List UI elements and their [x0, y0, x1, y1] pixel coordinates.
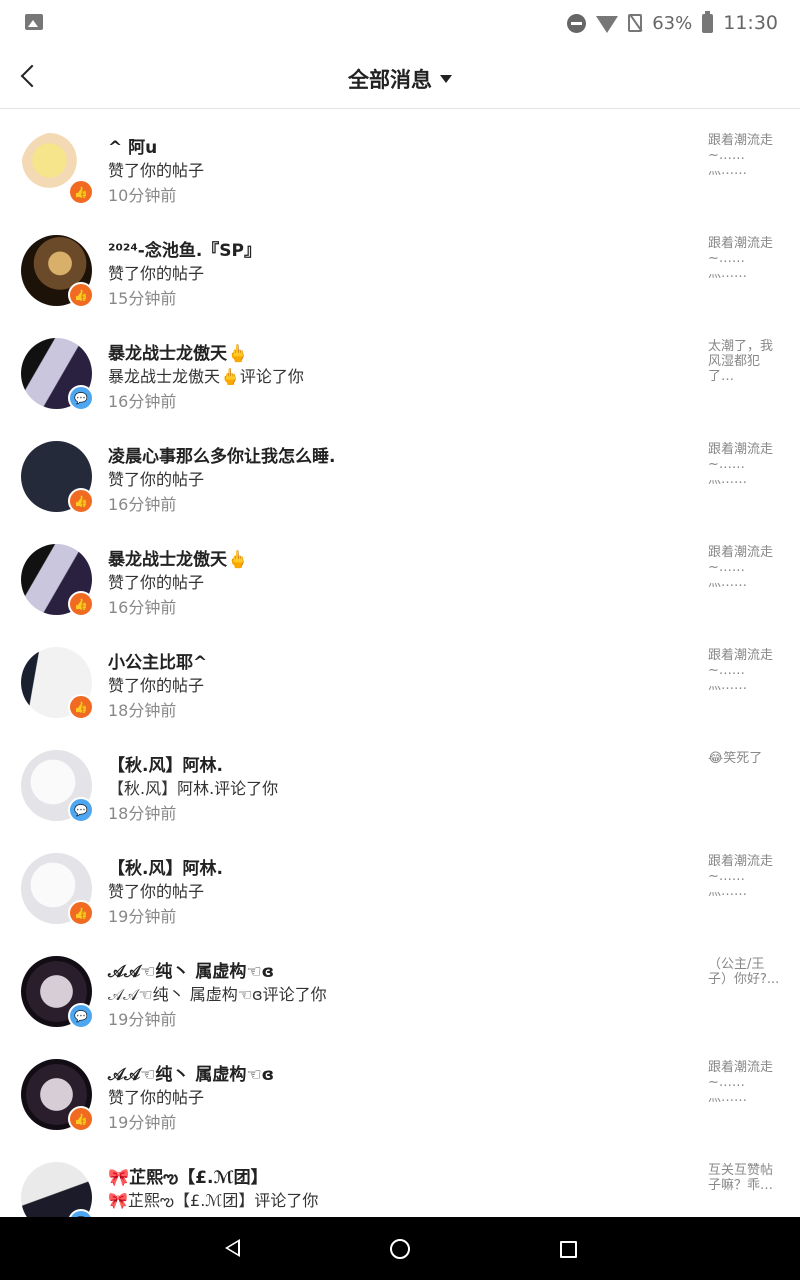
message-filter-dropdown[interactable]: 全部消息: [0, 64, 800, 94]
user-name[interactable]: 𝒜𝒜☜纯丶 属虚构☜ɞ: [108, 1060, 274, 1085]
post-preview[interactable]: 跟着潮流走~……灬……: [708, 133, 782, 178]
post-preview[interactable]: 互关互赞帖子嘛？乖…: [708, 1163, 782, 1193]
thumbs-up-icon: 👍: [68, 179, 94, 205]
notification-action: 暴龙战士龙傲天🖕评论了你: [108, 367, 304, 386]
notification-action: 🎀芷熙ఌ【£.ℳ团】评论了你: [108, 1191, 319, 1210]
thumbs-up-icon: 👍: [68, 488, 94, 514]
do-not-disturb-icon: [567, 13, 587, 33]
notification-item[interactable]: 💬 【秋.风】阿林. 【秋.风】阿林.评论了你 18分钟前 😂笑死了: [0, 727, 800, 830]
user-name[interactable]: ^ 阿u: [108, 133, 157, 158]
notification-item[interactable]: 👍 ^ 阿u 赞了你的帖子 10分钟前 跟着潮流走~……灬……: [0, 109, 800, 212]
user-name[interactable]: 【秋.风】阿林.: [108, 854, 223, 879]
nav-back-icon[interactable]: [225, 1239, 240, 1257]
notification-action: 赞了你的帖子: [108, 161, 205, 180]
notification-item[interactable]: 👍 ²⁰²⁴-念池鱼.『SP』赞了你的帖子 15分钟前 跟着潮流走~……灬……: [0, 212, 800, 315]
post-preview[interactable]: 跟着潮流走~……灬……: [708, 854, 782, 899]
thumbs-up-icon: 👍: [68, 900, 94, 926]
notification-action: 赞了你的帖子: [108, 676, 205, 695]
notification-list[interactable]: 👍 ^ 阿u 赞了你的帖子 10分钟前 跟着潮流走~……灬…… 👍 ²⁰²⁴-念池鱼.『SP…: [0, 109, 800, 1217]
notification-item[interactable]: 👍 【秋.风】阿林. 赞了你的帖子 19分钟前 跟着潮流走~……灬……: [0, 830, 800, 933]
caret-down-icon: [440, 75, 452, 83]
post-preview[interactable]: 跟着潮流走~……灬……: [708, 236, 782, 281]
clock: 11:30: [723, 12, 778, 34]
comment-bubble-icon: 💬: [68, 385, 94, 411]
post-preview[interactable]: 😂笑死了: [708, 751, 782, 766]
user-name[interactable]: ²⁰²⁴-念池鱼.『SP』: [108, 236, 261, 261]
notification-action: 赞了你的帖子: [108, 573, 205, 592]
page-title: 全部消息: [348, 68, 432, 92]
notification-action: 【秋.风】阿林.评论了你: [108, 779, 279, 798]
notification-item[interactable]: 👍 暴龙战士龙傲天🖕 赞了你的帖子 16分钟前 跟着潮流走~……灬……: [0, 521, 800, 624]
no-sim-icon: [628, 14, 643, 32]
user-name[interactable]: 凌晨心事那么多你让我怎么睡.: [108, 442, 335, 467]
app-header: 全部消息: [0, 48, 800, 109]
status-icons: 63% 11:30: [567, 10, 778, 35]
status-bar: 63% 11:30: [0, 0, 800, 48]
battery-percent: 63%: [652, 12, 693, 34]
user-name[interactable]: 𝒜𝒜☜纯丶 属虚构☜ɞ: [108, 957, 274, 982]
image-icon: [25, 14, 43, 30]
battery-icon: [702, 10, 714, 33]
thumbs-up-icon: 👍: [68, 694, 94, 720]
timestamp: 16分钟前: [108, 598, 177, 617]
user-name[interactable]: 小公主比耶^: [108, 648, 207, 673]
notification-item[interactable]: 👍 凌晨心事那么多你让我怎么睡. 赞了你的帖子 16分钟前 跟着潮流走~……灬……: [0, 418, 800, 521]
post-preview[interactable]: 跟着潮流走~……灬……: [708, 1060, 782, 1105]
notification-action: 赞了你的帖子: [108, 470, 205, 489]
timestamp: 15分钟前: [108, 289, 177, 308]
post-preview[interactable]: （公主/王子）你好?...: [708, 957, 782, 987]
timestamp: 16分钟前: [108, 392, 177, 411]
timestamp: 19分钟前: [108, 1010, 177, 1029]
notification-item[interactable]: 💬🎀芷熙ఌ【£.ℳ团】🎀芷熙ఌ【£.ℳ团】评论了你19分钟前互关互赞帖子嘛？乖…: [0, 1139, 800, 1217]
post-preview[interactable]: 跟着潮流走~……灬……: [708, 545, 782, 590]
comment-bubble-icon: 💬: [68, 1003, 94, 1029]
nav-home-icon[interactable]: [390, 1239, 410, 1259]
notification-item[interactable]: 👍 𝒜𝒜☜纯丶 属虚构☜ɞ 赞了你的帖子 19分钟前 跟着潮流走~……灬……: [0, 1036, 800, 1139]
notification-action: 赞了你的帖子: [108, 882, 205, 901]
timestamp: 18分钟前: [108, 701, 177, 720]
user-name[interactable]: 暴龙战士龙傲天🖕: [108, 545, 248, 570]
system-nav-bar: [0, 1217, 800, 1280]
timestamp: 10分钟前: [108, 186, 177, 205]
thumbs-up-icon: 👍: [68, 591, 94, 617]
notification-action: 赞了你的帖子: [108, 264, 205, 283]
post-preview[interactable]: 跟着潮流走~……灬……: [708, 648, 782, 693]
post-preview[interactable]: 跟着潮流走~……灬……: [708, 442, 782, 487]
timestamp: 19分钟前: [108, 907, 177, 926]
notification-item[interactable]: 👍 小公主比耶^ 赞了你的帖子 18分钟前 跟着潮流走~……灬……: [0, 624, 800, 727]
user-name[interactable]: 【秋.风】阿林.: [108, 751, 223, 776]
nav-recents-icon[interactable]: [560, 1241, 577, 1258]
user-name[interactable]: 暴龙战士龙傲天🖕: [108, 339, 248, 364]
timestamp: 16分钟前: [108, 495, 177, 514]
notification-item[interactable]: 💬 𝒜𝒜☜纯丶 属虚构☜ɞ 𝒜𝒜☜纯丶 属虚构☜ɞ评论了你 19分钟前 （公主/王子）你…: [0, 933, 800, 1036]
timestamp: 19分钟前: [108, 1113, 177, 1132]
wifi-icon: [596, 15, 619, 33]
timestamp: 18分钟前: [108, 804, 177, 823]
notification-action: 𝒜𝒜☜纯丶 属虚构☜ɞ评论了你: [108, 985, 327, 1004]
notification-item[interactable]: 💬 暴龙战士龙傲天🖕 暴龙战士龙傲天🖕评论了你 16分钟前 太潮了，我风湿都犯了…: [0, 315, 800, 418]
post-preview[interactable]: 太潮了，我风湿都犯了…: [708, 339, 782, 384]
thumbs-up-icon: 👍: [68, 282, 94, 308]
notification-action: 赞了你的帖子: [108, 1088, 205, 1107]
thumbs-up-icon: 👍: [68, 1106, 94, 1132]
comment-bubble-icon: 💬: [68, 797, 94, 823]
